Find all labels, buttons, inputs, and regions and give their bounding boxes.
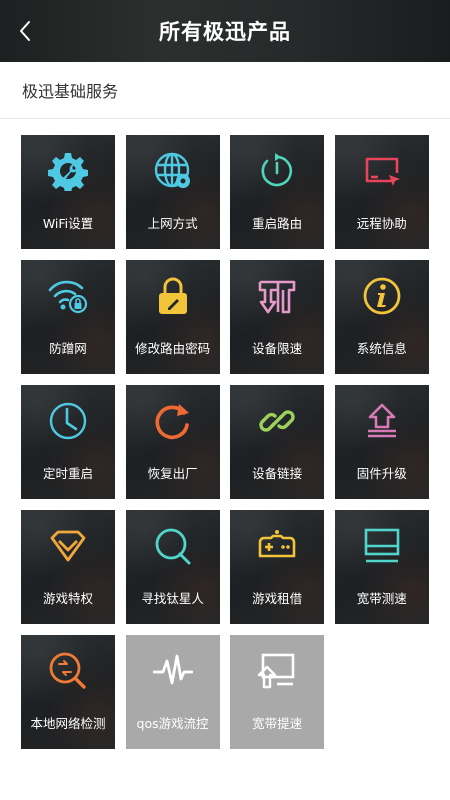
tile-broadband-boost[interactable]: 宽带提速 (230, 635, 325, 749)
tile-anti-freeload[interactable]: 防蹭网 (21, 260, 115, 374)
tile-factory-reset[interactable]: 恢复出厂 (125, 385, 220, 499)
search-q-icon (153, 526, 193, 566)
tile-label: 修改路由密码 (135, 341, 211, 356)
globe-gear-icon (153, 151, 193, 191)
tile-find-titan[interactable]: 寻找钛星人 (125, 510, 220, 624)
tile-label: 宽带测速 (356, 591, 407, 606)
padlock-icon (153, 276, 193, 316)
tile-label: qos游戏流控 (136, 716, 209, 731)
wifi-lock-icon (48, 276, 88, 316)
tile-device-link[interactable]: 设备链接 (230, 385, 325, 499)
tile-label: 重启路由 (252, 216, 303, 231)
chevron-left-icon (20, 21, 30, 41)
tile-label: 系统信息 (356, 341, 407, 356)
clock-icon (48, 401, 88, 441)
divider (0, 118, 450, 119)
link-icon (257, 401, 297, 441)
tile-remote-assist[interactable]: 远程协助 (334, 135, 429, 249)
tile-system-info[interactable]: 系统信息 (334, 260, 429, 374)
page-title: 所有极迅产品 (159, 20, 291, 44)
tile-internet-mode[interactable]: 上网方式 (125, 135, 220, 249)
tile-label: 游戏特权 (42, 591, 93, 606)
tile-label: 上网方式 (147, 216, 198, 231)
tile-qos-game-flow[interactable]: qos游戏流控 (125, 635, 220, 749)
tile-label: 宽带提速 (252, 716, 303, 731)
tile-label: 寻找钛星人 (141, 591, 204, 606)
tile-label: 设备限速 (252, 341, 303, 356)
upgrade-icon (362, 401, 402, 441)
network-scan-icon (48, 651, 88, 691)
tile-game-rental[interactable]: 游戏租借 (230, 510, 325, 624)
top-bar: 所有极迅产品 (0, 0, 450, 62)
tile-label: 设备链接 (252, 466, 303, 481)
diamond-icon (48, 526, 88, 566)
tile-label: 游戏租借 (252, 591, 303, 606)
speed-limit-icon (257, 276, 297, 316)
monitor-icon (362, 526, 402, 566)
tile-wifi-settings[interactable]: WiFi设置 (21, 135, 115, 249)
tile-firmware-upgrade[interactable]: 固件升级 (334, 385, 429, 499)
info-icon (362, 276, 402, 316)
product-grid: WiFi设置 上网方式 重启路由 远程协助 防蹭网 修改路由密码 设备限速 系统… (21, 135, 429, 749)
section-title: 极迅基础服务 (22, 82, 119, 101)
broadband-boost-icon (257, 651, 297, 691)
tile-restart-router[interactable]: 重启路由 (230, 135, 325, 249)
tile-broadband-speedtest[interactable]: 宽带测速 (334, 510, 429, 624)
tile-label: WiFi设置 (42, 216, 94, 231)
gear-wrench-icon (48, 151, 88, 191)
gamepad-icon (257, 526, 297, 566)
power-restart-icon (257, 151, 297, 191)
remote-screen-icon (362, 151, 402, 191)
tile-label: 固件升级 (356, 466, 407, 481)
back-button[interactable] (14, 20, 36, 42)
tile-scheduled-restart[interactable]: 定时重启 (21, 385, 115, 499)
tile-label: 本地网络检测 (30, 716, 106, 731)
tile-label: 定时重启 (42, 466, 93, 481)
waveform-icon (152, 651, 193, 691)
tile-label: 防蹭网 (49, 341, 87, 356)
tile-device-speed-limit[interactable]: 设备限速 (230, 260, 325, 374)
restore-icon (153, 401, 193, 441)
tile-local-network-check[interactable]: 本地网络检测 (21, 635, 115, 749)
tile-game-privilege[interactable]: 游戏特权 (21, 510, 115, 624)
tile-label: 远程协助 (356, 216, 407, 231)
tile-change-password[interactable]: 修改路由密码 (125, 260, 220, 374)
tile-label: 恢复出厂 (147, 466, 198, 481)
